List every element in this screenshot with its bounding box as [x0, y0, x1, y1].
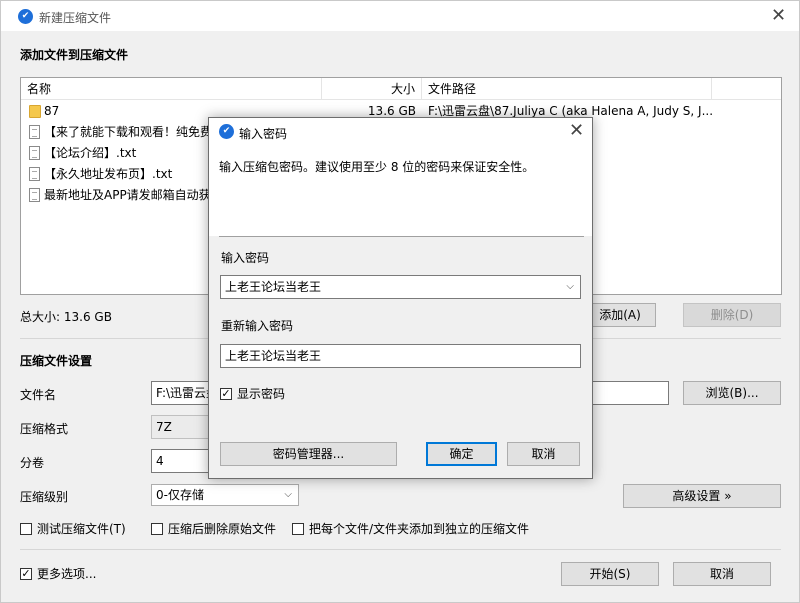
compression-level-label: 压缩级别 [20, 490, 69, 504]
more-options-checkbox[interactable]: ✓ [20, 568, 32, 580]
ok-button[interactable]: 确定 [426, 442, 497, 466]
file-list-header: 名称 大小 文件路径 [21, 78, 781, 100]
password-input[interactable]: 上老王论坛当老王 ⌵ [220, 275, 581, 299]
window-title: 新建压缩文件 [39, 11, 112, 25]
filename-label: 文件名 [20, 388, 57, 402]
test-archive-checkbox-row[interactable]: 测试压缩文件(T) [20, 521, 140, 537]
compression-settings-label: 压缩文件设置 [20, 354, 93, 368]
advanced-settings-button[interactable]: 高级设置 » [623, 484, 781, 508]
folder-icon [29, 105, 41, 118]
split-volume-label: 分卷 [20, 456, 45, 470]
dialog-hint-area: 输入压缩包密码。建议使用至少 8 位的密码来保证安全性。 [209, 146, 592, 236]
text-file-icon [29, 167, 40, 181]
browse-button[interactable]: 浏览(B)... [683, 381, 781, 405]
chevron-down-icon[interactable]: ⌵ [566, 276, 574, 298]
password-manager-button[interactable]: 密码管理器... [220, 442, 397, 466]
format-label: 压缩格式 [20, 422, 69, 436]
text-file-icon [29, 125, 40, 139]
cancel-button[interactable]: 取消 [673, 562, 771, 586]
password-hint-text: 输入压缩包密码。建议使用至少 8 位的密码来保证安全性。 [219, 160, 535, 174]
column-header-size[interactable]: 大小 [322, 78, 422, 100]
add-files-section-label: 添加文件到压缩文件 [20, 48, 129, 62]
separate-archives-label: 把每个文件/文件夹添加到独立的压缩文件 [309, 522, 530, 536]
show-password-label: 显示密码 [237, 387, 286, 401]
delete-original-checkbox[interactable] [151, 523, 163, 535]
password-dialog: ✔ 输入密码 ✕ 输入压缩包密码。建议使用至少 8 位的密码来保证安全性。 输入… [208, 117, 593, 479]
reenter-password-input[interactable]: 上老王论坛当老王 [220, 344, 581, 368]
divider [20, 549, 781, 550]
delete-button[interactable]: 删除(D) [683, 303, 781, 327]
dialog-title: 输入密码 [239, 127, 288, 141]
start-button[interactable]: 开始(S) [561, 562, 659, 586]
app-logo-icon: ✔ [219, 124, 234, 139]
password-label: 输入密码 [221, 251, 270, 265]
text-file-icon [29, 188, 40, 202]
test-archive-label: 测试压缩文件(T) [37, 522, 126, 536]
show-password-checkbox-row[interactable]: ✓ 显示密码 [220, 386, 310, 402]
dialog-cancel-button[interactable]: 取消 [507, 442, 580, 466]
column-header-path[interactable]: 文件路径 [422, 78, 712, 100]
show-password-checkbox[interactable]: ✓ [220, 388, 232, 400]
dialog-title-bar: ✔ 输入密码 ✕ [209, 118, 592, 146]
test-archive-checkbox[interactable] [20, 523, 32, 535]
separate-archives-checkbox-row[interactable]: 把每个文件/文件夹添加到独立的压缩文件 [292, 521, 552, 537]
divider [219, 236, 584, 237]
close-dialog-icon[interactable]: ✕ [569, 122, 584, 140]
more-options-label: 更多选项... [37, 567, 97, 581]
compression-level-value: 0-仅存储 [156, 488, 204, 502]
more-options-checkbox-row[interactable]: ✓ 更多选项... [20, 566, 110, 582]
reenter-password-label: 重新输入密码 [221, 319, 294, 333]
chevron-down-icon: ⌵ [284, 489, 292, 500]
app-logo-icon: ✔ [18, 9, 33, 24]
title-bar: ✔ 新建压缩文件 ✕ [1, 1, 799, 31]
separate-archives-checkbox[interactable] [292, 523, 304, 535]
close-window-icon[interactable]: ✕ [771, 7, 786, 25]
total-size-text: 总大小: 13.6 GB [20, 310, 112, 324]
delete-original-checkbox-row[interactable]: 压缩后删除原始文件 [151, 521, 291, 537]
add-button[interactable]: 添加(A) [584, 303, 656, 327]
column-header-name[interactable]: 名称 [21, 78, 322, 100]
delete-original-label: 压缩后删除原始文件 [168, 522, 277, 536]
text-file-icon [29, 146, 40, 160]
password-value: 上老王论坛当老王 [225, 280, 322, 294]
compression-level-select[interactable]: 0-仅存储 ⌵ [151, 484, 299, 506]
